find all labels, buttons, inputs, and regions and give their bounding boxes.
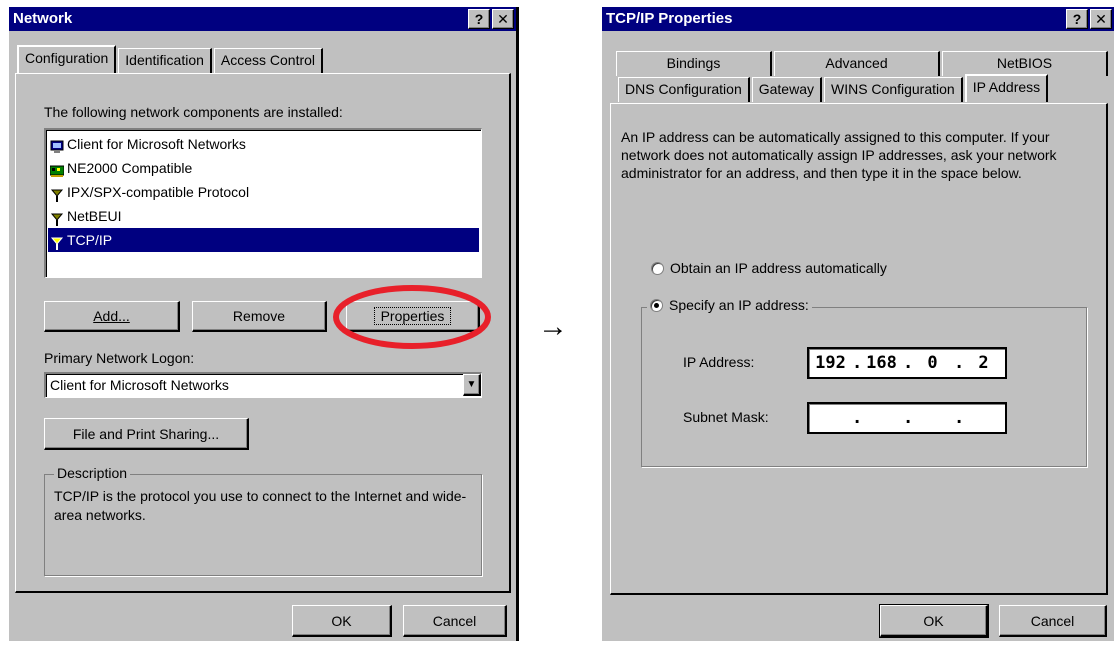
- cancel-button[interactable]: Cancel: [999, 605, 1107, 637]
- protocol-icon: [50, 233, 64, 250]
- list-item[interactable]: NE2000 Compatible: [48, 156, 479, 180]
- tab-wins-configuration[interactable]: WINS Configuration: [823, 77, 963, 102]
- network-card-icon: [49, 161, 65, 177]
- primary-logon-select[interactable]: Client for Microsoft Networks ▼: [44, 372, 482, 398]
- help-button[interactable]: ?: [1066, 9, 1088, 29]
- cancel-button-label: Cancel: [432, 612, 477, 629]
- component-label: Client for Microsoft Networks: [67, 136, 246, 152]
- ip-octet: 168: [866, 353, 897, 373]
- ip-info-text: An IP address can be automatically assig…: [621, 129, 1057, 181]
- tab-ip-address[interactable]: IP Address: [964, 74, 1049, 102]
- remove-button[interactable]: Remove: [192, 301, 327, 332]
- file-print-sharing-label: File and Print Sharing...: [72, 425, 220, 442]
- cancel-button[interactable]: Cancel: [403, 605, 507, 637]
- component-label: IPX/SPX-compatible Protocol: [67, 184, 250, 200]
- protocol-icon: [50, 185, 64, 202]
- ip-address-panel: An IP address can be automatically assig…: [610, 103, 1108, 595]
- tcpip-dialog: TCP/IP Properties ? ✕ Bindings Advanced …: [602, 7, 1114, 641]
- arrow-icon: →: [538, 310, 568, 343]
- ip-octet: 192: [815, 353, 846, 373]
- obtain-ip-label: Obtain an IP address automatically: [670, 260, 887, 276]
- list-item[interactable]: NetBEUI: [48, 204, 479, 228]
- installed-label: The following network components are ins…: [44, 104, 343, 120]
- network-title: Network: [13, 10, 73, 27]
- list-item[interactable]: TCP/IP: [48, 228, 479, 252]
- tab-netbios[interactable]: NetBIOS: [942, 51, 1108, 76]
- file-print-sharing-button[interactable]: File and Print Sharing...: [44, 418, 249, 450]
- ok-button-label: OK: [923, 612, 944, 629]
- ip-address-field[interactable]: 192. 168. 0. 2: [807, 347, 1007, 379]
- description-text: TCP/IP is the protocol you use to connec…: [54, 488, 467, 523]
- ok-button[interactable]: OK: [292, 605, 392, 637]
- specify-ip-label: Specify an IP address:: [669, 297, 809, 313]
- tab-bindings[interactable]: Bindings: [616, 51, 772, 76]
- tcpip-title: TCP/IP Properties: [606, 10, 733, 27]
- ok-button-label: OK: [331, 612, 352, 629]
- client-icon: [50, 137, 64, 153]
- dropdown-arrow-icon[interactable]: ▼: [463, 374, 481, 396]
- component-label: TCP/IP: [67, 232, 113, 248]
- tcpip-tabs-front: DNS Configuration Gateway WINS Configura…: [618, 74, 1050, 102]
- remove-button-label: Remove: [232, 308, 286, 324]
- protocol-icon: [50, 209, 64, 226]
- tab-advanced[interactable]: Advanced: [774, 51, 940, 76]
- component-label: NE2000 Compatible: [67, 160, 193, 176]
- obtain-ip-radio[interactable]: [651, 261, 664, 275]
- network-tabs: Configuration Identification Access Cont…: [17, 45, 325, 73]
- network-titlebar[interactable]: Network ? ✕: [9, 7, 516, 31]
- primary-logon-label: Primary Network Logon:: [44, 350, 195, 366]
- add-button[interactable]: Add...: [44, 301, 180, 332]
- tab-identification[interactable]: Identification: [118, 48, 212, 73]
- list-item[interactable]: Client for Microsoft Networks: [48, 132, 479, 156]
- close-button[interactable]: ✕: [1090, 9, 1112, 29]
- tab-access-control[interactable]: Access Control: [213, 48, 324, 73]
- ok-button[interactable]: OK: [879, 604, 989, 638]
- tab-configuration[interactable]: Configuration: [17, 45, 117, 73]
- ip-address-label: IP Address:: [683, 354, 755, 370]
- subnet-mask-label: Subnet Mask:: [683, 409, 769, 425]
- cancel-button-label: Cancel: [1030, 612, 1075, 629]
- list-item[interactable]: IPX/SPX-compatible Protocol: [48, 180, 479, 204]
- subnet-mask-field[interactable]: . . .: [807, 402, 1007, 434]
- ip-octet: 2: [978, 353, 989, 373]
- components-list[interactable]: Client for Microsoft Networks NE2000 Com…: [44, 128, 482, 278]
- tcpip-titlebar[interactable]: TCP/IP Properties ? ✕: [602, 7, 1114, 31]
- description-title: Description: [54, 465, 131, 481]
- ip-octet: 0: [927, 353, 938, 373]
- close-button[interactable]: ✕: [492, 9, 514, 29]
- tab-dns-configuration[interactable]: DNS Configuration: [618, 77, 750, 102]
- primary-logon-value: Client for Microsoft Networks: [50, 377, 229, 393]
- tab-gateway[interactable]: Gateway: [751, 77, 822, 102]
- specify-ip-option[interactable]: Specify an IP address:: [647, 297, 812, 313]
- obtain-ip-option[interactable]: Obtain an IP address automatically: [651, 260, 887, 276]
- specify-ip-radio[interactable]: [650, 298, 663, 312]
- help-button[interactable]: ?: [468, 9, 490, 29]
- highlight-ellipse: [333, 285, 491, 349]
- tcpip-tabs-back: Bindings Advanced NetBIOS: [616, 51, 1110, 76]
- specify-ip-group: [641, 307, 1087, 467]
- component-label: NetBEUI: [67, 208, 122, 224]
- add-button-label: Add...: [93, 308, 130, 324]
